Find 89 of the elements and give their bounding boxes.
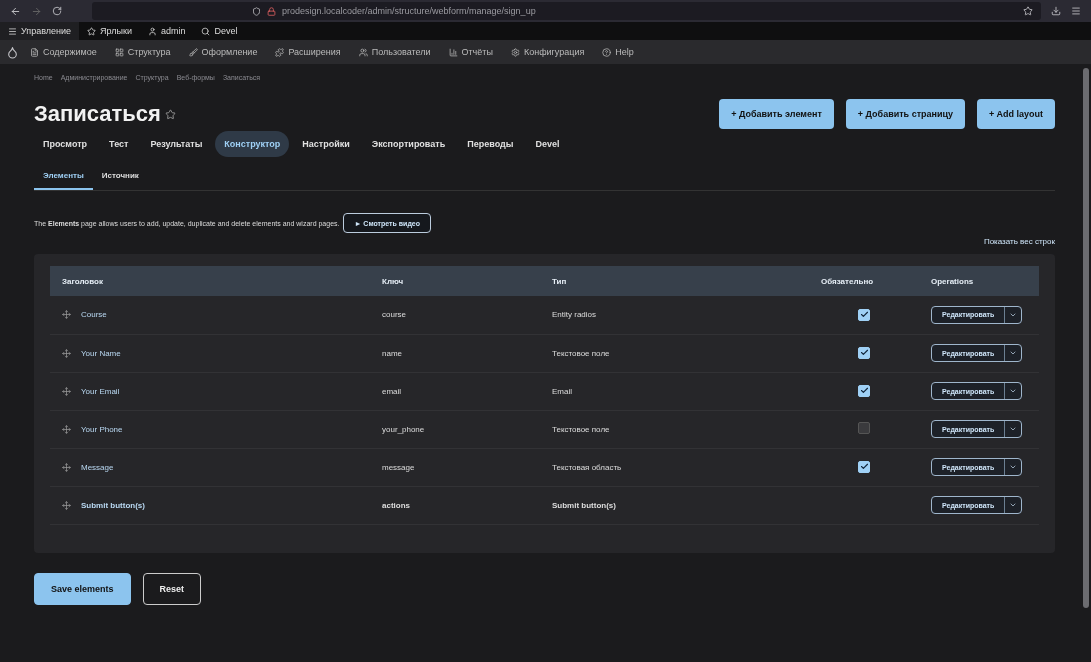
sub-tab[interactable]: Источник xyxy=(92,163,148,190)
admin-menu-item[interactable]: Конфигурация xyxy=(503,47,592,57)
table-cell: actions xyxy=(370,486,540,524)
tab[interactable]: Конструктор xyxy=(215,131,290,157)
table-cell: Email xyxy=(540,372,809,410)
table-cell: Текстовое поле xyxy=(540,410,809,448)
table-cell: Entity radios xyxy=(540,296,809,334)
required-checkbox[interactable] xyxy=(858,422,870,434)
admin-menu-item[interactable]: Help xyxy=(595,47,641,57)
admin-menu-item[interactable]: Расширения xyxy=(268,47,348,57)
tab[interactable]: Экспортировать xyxy=(362,131,455,157)
shield-icon xyxy=(252,6,261,16)
column-header: Ключ xyxy=(370,266,540,296)
admin-menu-item[interactable]: Пользователи xyxy=(351,47,438,57)
caret-icon xyxy=(1009,501,1018,509)
reload-icon[interactable] xyxy=(52,6,62,16)
table-cell: your_phone xyxy=(370,410,540,448)
admin-menu-item[interactable]: Содержимое xyxy=(23,47,104,57)
drag-handle-icon[interactable] xyxy=(62,424,71,434)
puzzle-icon xyxy=(275,47,285,57)
reset-button[interactable]: Reset xyxy=(142,572,202,605)
help-icon xyxy=(602,47,612,57)
caret-icon xyxy=(1009,349,1018,357)
caret-icon xyxy=(1009,425,1018,433)
column-header: Обязательно xyxy=(809,266,919,296)
drag-handle-icon[interactable] xyxy=(62,386,71,396)
caret-icon xyxy=(1009,463,1018,471)
table-cell: email xyxy=(370,372,540,410)
column-header: Тип xyxy=(540,266,809,296)
show-weights-link[interactable]: Показать вес строк xyxy=(983,237,1055,246)
toolbar-item[interactable]: Управление xyxy=(0,22,80,40)
gear-icon xyxy=(510,47,520,57)
table-cell: course xyxy=(370,296,540,334)
tab[interactable]: Переводы xyxy=(458,131,523,157)
column-header: Заголовок xyxy=(50,266,370,296)
admin-menu-item[interactable]: Отчёты xyxy=(441,47,500,57)
add-button[interactable]: + Add layout xyxy=(977,99,1055,129)
tab[interactable]: Просмотр xyxy=(34,131,97,157)
url-text: prodesign.localcoder/admin/structure/webform/manage/sign_up xyxy=(282,6,537,16)
table-cell: Текстовое поле xyxy=(540,334,809,372)
menu-icon[interactable] xyxy=(1071,6,1081,16)
table-cell: message xyxy=(370,448,540,486)
bar-chart-icon xyxy=(448,47,458,57)
save-button[interactable]: Save elements xyxy=(34,572,131,605)
drop-icon[interactable] xyxy=(6,45,19,59)
tab[interactable]: Результаты xyxy=(141,131,212,157)
back-icon[interactable] xyxy=(10,5,21,17)
add-button[interactable]: + Добавить страницу xyxy=(845,99,966,129)
lock-icon xyxy=(267,6,276,16)
drag-handle-icon[interactable] xyxy=(62,462,71,472)
address-bar[interactable]: prodesign.localcoder/admin/structure/webform/manage/sign_up xyxy=(92,2,1041,20)
menu-icon xyxy=(8,26,17,36)
bookmark-star-icon[interactable] xyxy=(1023,6,1033,16)
table-cell: Текстовая область xyxy=(540,448,809,486)
grid-icon xyxy=(114,47,124,57)
users-icon xyxy=(358,47,368,57)
tab[interactable]: Настройки xyxy=(293,131,359,157)
element-title-link[interactable]: Your Email xyxy=(81,386,120,396)
user-icon xyxy=(147,26,157,36)
toolbar-item[interactable]: admin xyxy=(139,22,194,40)
column-header: Operations xyxy=(919,266,1039,296)
toolbar-item[interactable]: Ярлыки xyxy=(79,22,140,40)
tab[interactable]: Devel xyxy=(526,131,569,157)
add-button[interactable]: + Добавить элемент xyxy=(719,99,834,129)
element-title-link[interactable]: Course xyxy=(81,310,107,320)
forward-icon[interactable] xyxy=(31,5,42,17)
sub-tab[interactable]: Элементы xyxy=(34,163,93,190)
document-icon xyxy=(30,47,39,57)
download-icon[interactable] xyxy=(1051,6,1061,16)
element-title-link[interactable]: Your Name xyxy=(81,348,121,358)
element-title-link[interactable]: Your Phone xyxy=(81,424,123,434)
admin-menu-item[interactable]: Оформление xyxy=(181,47,265,57)
table-cell: Submit button(s) xyxy=(540,486,809,524)
element-title-link[interactable]: Message xyxy=(81,462,114,472)
drag-handle-icon[interactable] xyxy=(62,500,71,510)
table-cell: name xyxy=(370,334,540,372)
star-icon xyxy=(87,26,97,36)
drag-handle-icon[interactable] xyxy=(62,348,71,358)
page-title: Записаться xyxy=(34,101,161,127)
scrollbar-thumb[interactable] xyxy=(1083,68,1089,608)
caret-icon xyxy=(1009,387,1018,395)
star-icon[interactable] xyxy=(164,108,176,120)
drag-handle-icon[interactable] xyxy=(62,310,71,320)
search-icon xyxy=(201,26,211,36)
tab[interactable]: Тест xyxy=(100,131,138,157)
toolbar-item[interactable]: Devel xyxy=(193,22,246,40)
element-title-link[interactable]: Submit button(s) xyxy=(81,500,145,510)
brush-icon xyxy=(188,47,198,57)
admin-menu-item[interactable]: Структура xyxy=(107,47,178,57)
